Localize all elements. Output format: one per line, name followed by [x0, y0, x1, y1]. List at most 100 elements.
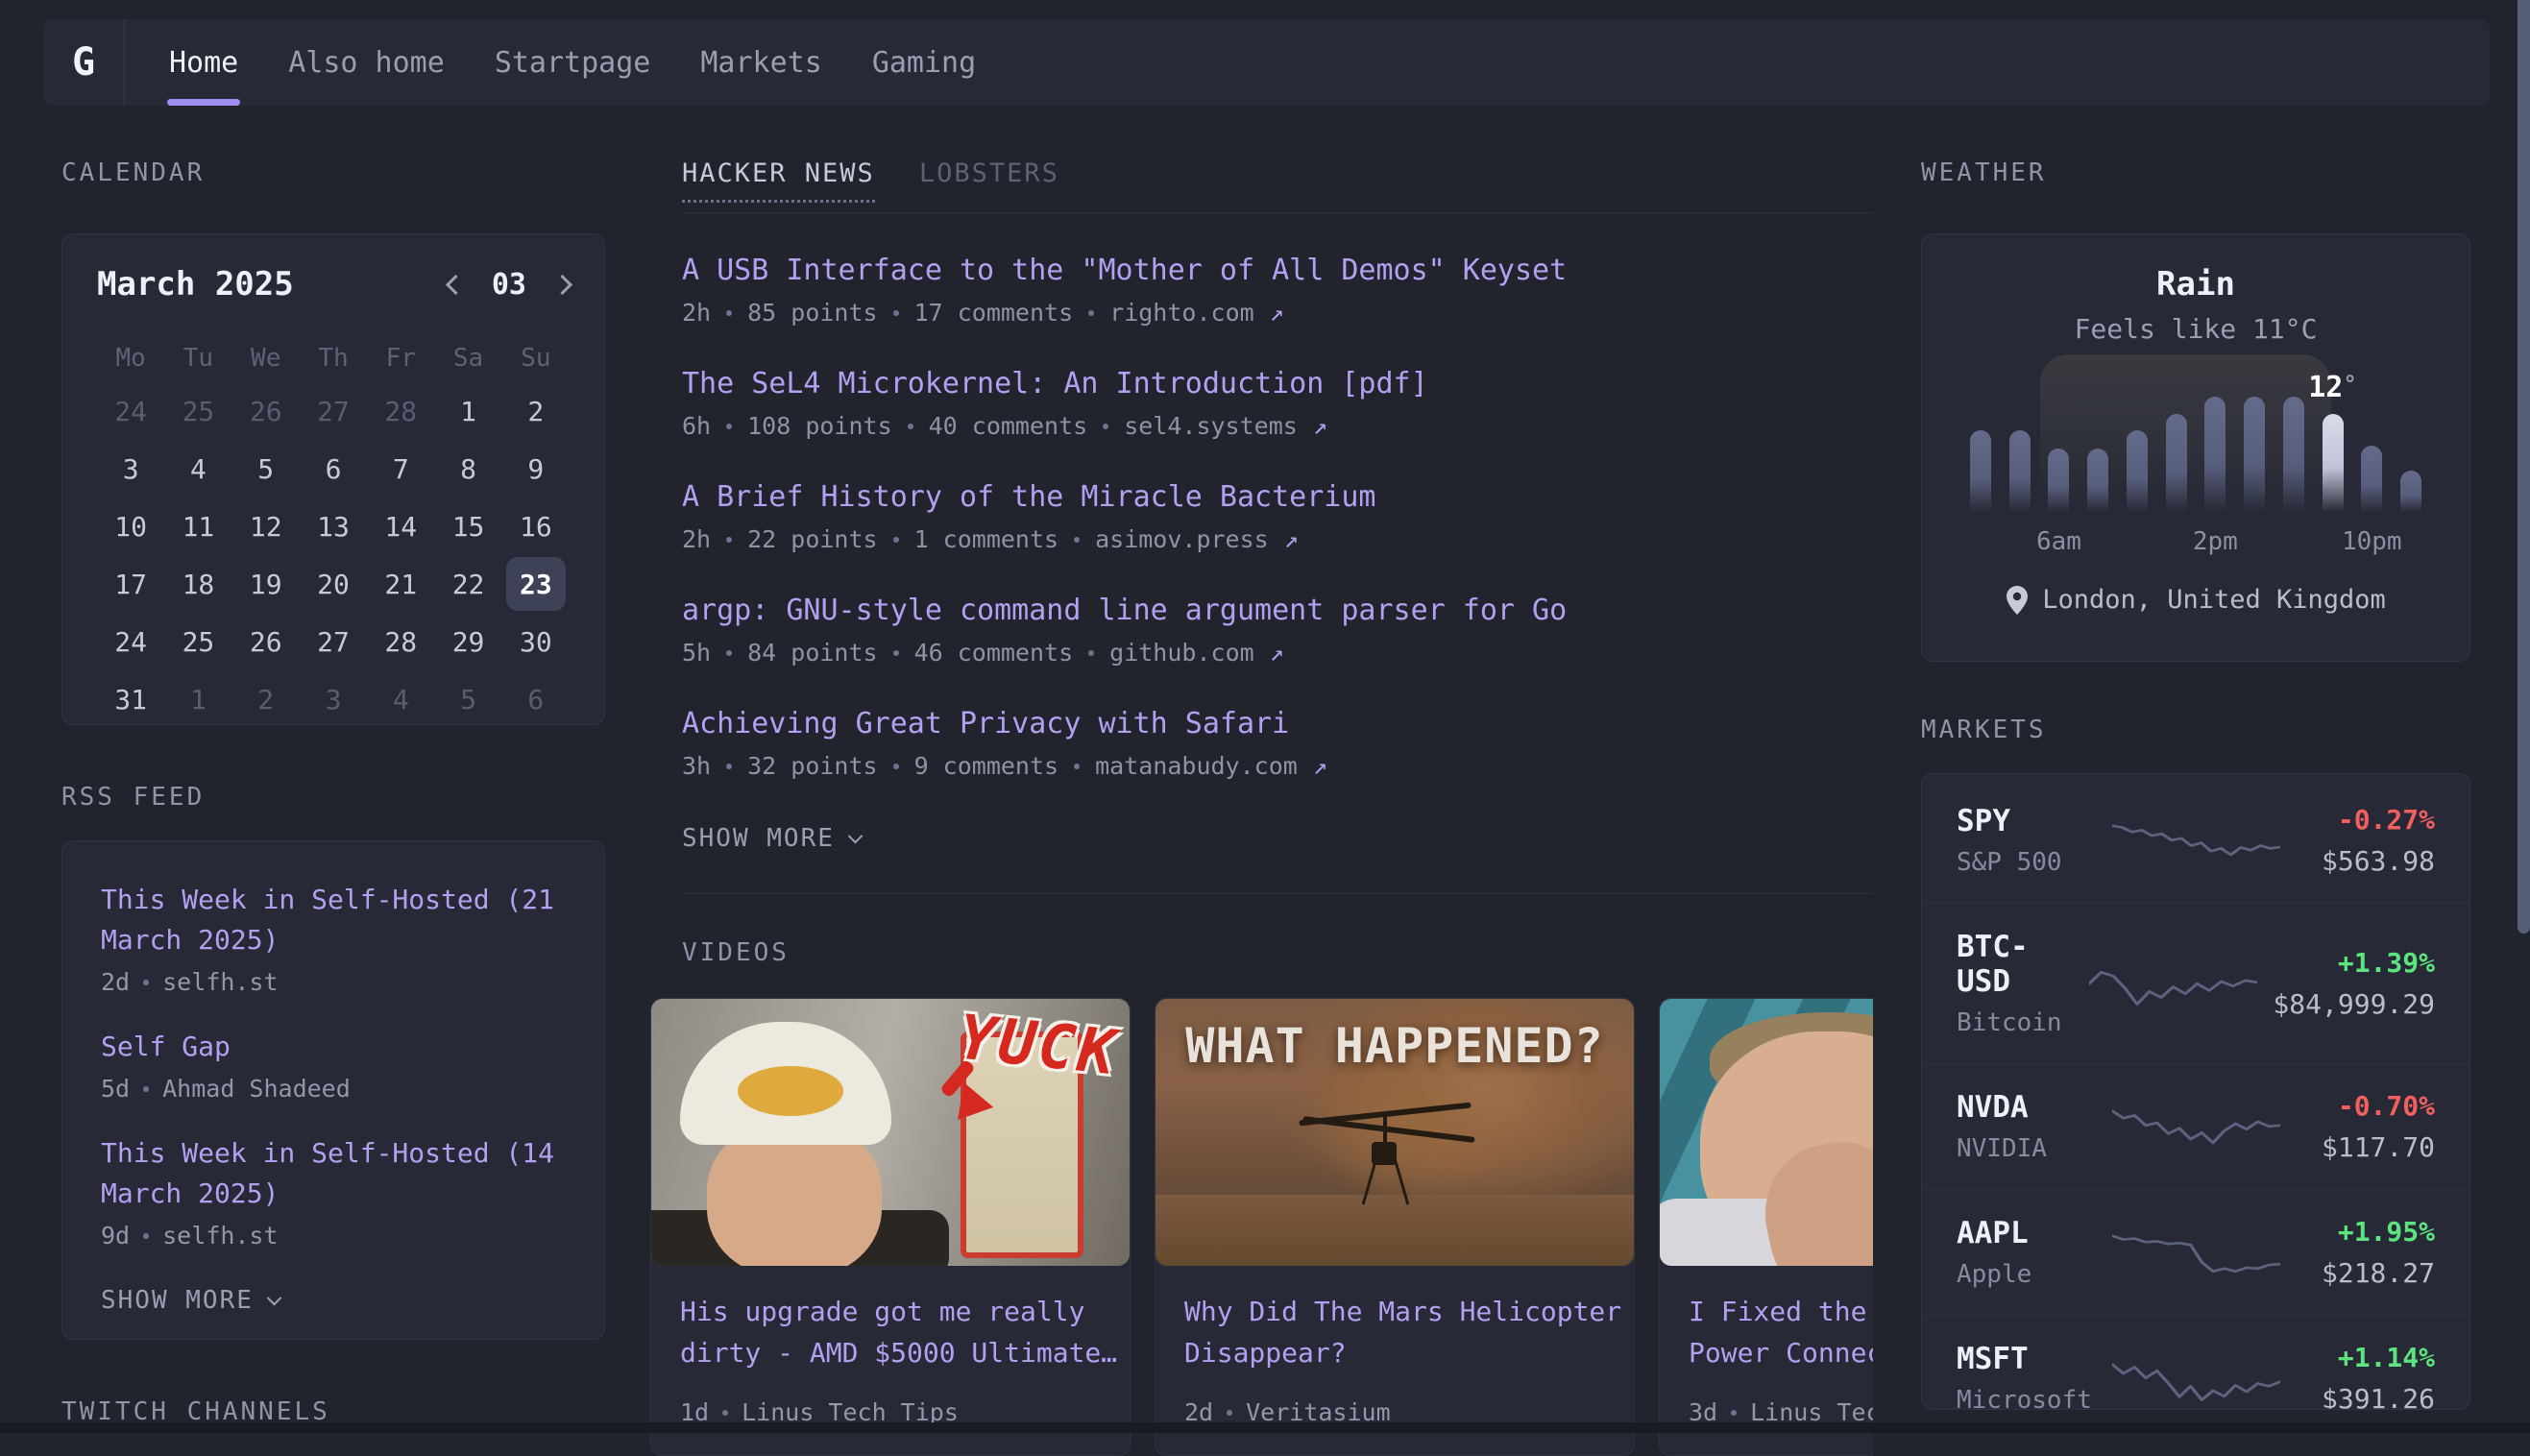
middle-column: HACKER NEWS LOBSTERS A USB Interface to … — [650, 158, 1873, 1456]
calendar-day: 19 — [232, 557, 300, 611]
market-ticker[interactable]: MSFT — [1957, 1342, 2097, 1376]
rss-item-source: selfh.st — [162, 968, 278, 996]
hn-item-title[interactable]: argp: GNU-style command line argument pa… — [682, 594, 1873, 627]
weather-bar — [1970, 430, 1991, 513]
calendar-day: 3 — [300, 672, 367, 726]
calendar-day: 26 — [232, 384, 300, 438]
market-price: $117.70 — [2296, 1131, 2436, 1163]
rss-show-more-button[interactable]: SHOW MORE — [101, 1286, 566, 1315]
market-name: NVIDIA — [1957, 1134, 2097, 1163]
chevron-down-icon — [267, 1290, 282, 1305]
rss-item-title[interactable]: This Week in Self-Hosted (14 March 2025) — [101, 1133, 566, 1214]
calendar-day: 4 — [367, 672, 434, 726]
rss-list: This Week in Self-Hosted (21 March 2025)… — [101, 880, 566, 1250]
nav-item-gaming[interactable]: Gaming — [872, 19, 976, 106]
market-ticker[interactable]: SPY — [1957, 804, 2097, 838]
market-ticker[interactable]: AAPL — [1957, 1216, 2097, 1250]
hn-item-comments: 40 comments — [929, 412, 1088, 440]
video-card[interactable]: YUCK His upgrade got me really dirty - AM… — [650, 998, 1131, 1456]
market-sparkline — [2112, 1350, 2280, 1406]
market-sparkline — [2112, 1225, 2280, 1280]
video-thumbnail[interactable]: YUCK — [651, 999, 1130, 1266]
meta-dot-separator — [1227, 1410, 1232, 1416]
hn-item-comments: 9 comments — [914, 752, 1059, 780]
external-link-icon: ↗ — [1313, 752, 1327, 780]
calendar-day: 10 — [97, 499, 164, 553]
nav-items: Home Also home Startpage Markets Gaming — [125, 19, 976, 106]
calendar-prev-icon[interactable] — [446, 274, 466, 294]
hn-item-age: 3h — [682, 752, 711, 780]
nav-item-also-home[interactable]: Also home — [288, 19, 445, 106]
market-values: -0.27%$563.98 — [2296, 804, 2436, 877]
rss-item-title[interactable]: This Week in Self-Hosted (21 March 2025) — [101, 880, 566, 960]
market-change: +1.14% — [2296, 1342, 2436, 1373]
page-bottom-edge — [0, 1422, 2530, 1433]
rss-widget: This Week in Self-Hosted (21 March 2025)… — [61, 840, 605, 1340]
tab-hacker-news[interactable]: HACKER NEWS — [682, 158, 875, 203]
video-card[interactable]: WHAT HAPPENED? Why Did The Mars Helicopte… — [1155, 998, 1635, 1456]
hn-item-age: 5h — [682, 639, 711, 667]
market-values: +1.95%$218.27 — [2296, 1216, 2436, 1289]
calendar-weekday-label: Sa — [434, 344, 501, 373]
chevron-down-icon — [848, 828, 864, 843]
hn-item-domain: sel4.systems — [1124, 412, 1298, 440]
videos-section-label: VIDEOS — [682, 938, 1873, 967]
thumb-helmet-badge — [738, 1066, 843, 1116]
video-thumbnail[interactable]: WHAT HAPPENED? — [1156, 999, 1634, 1266]
nav-item-home[interactable]: Home — [169, 19, 238, 106]
nav-item-markets[interactable]: Markets — [700, 19, 821, 106]
video-card[interactable]: DO TH TI Fixed the 5 Power Connect3dLinu… — [1659, 998, 1873, 1456]
calendar-weekday-label: Fr — [367, 344, 434, 373]
hn-item-title[interactable]: Achieving Great Privacy with Safari — [682, 707, 1873, 740]
hn-item-title[interactable]: A USB Interface to the "Mother of All De… — [682, 254, 1873, 287]
calendar-weekday-label: Tu — [164, 344, 231, 373]
meta-dot-separator — [1103, 424, 1108, 429]
external-link-icon: ↗ — [1284, 525, 1299, 553]
calendar-day: 23 — [506, 557, 566, 611]
nav-item-startpage[interactable]: Startpage — [495, 19, 651, 106]
weather-bar-current — [2323, 414, 2344, 512]
video-title[interactable]: Why Did The Mars Helicopter Disappear? — [1184, 1291, 1605, 1375]
meta-dot-separator — [726, 650, 732, 656]
calendar-day: 3 — [97, 442, 164, 496]
market-ticker[interactable]: NVDA — [1957, 1090, 2097, 1125]
meta-dot-separator — [1088, 310, 1094, 316]
hn-item-meta: 3h32 points9 commentsmatanabudy.com↗ — [682, 752, 1873, 780]
hn-item-title[interactable]: A Brief History of the Miracle Bacterium — [682, 480, 1873, 514]
weather-location: London, United Kingdom — [2042, 585, 2386, 615]
market-name: Bitcoin — [1957, 1008, 2074, 1037]
tab-lobsters[interactable]: LOBSTERS — [919, 158, 1059, 200]
thumb-overlay-text: WHAT HAPPENED? — [1156, 1018, 1634, 1074]
active-tab-underline — [167, 99, 240, 106]
calendar-next-icon[interactable] — [552, 274, 572, 294]
external-link-icon: ↗ — [1313, 412, 1327, 440]
market-name: Microsoft — [1957, 1386, 2097, 1410]
calendar-day: 25 — [164, 615, 231, 668]
video-title[interactable]: I Fixed the 5 Power Connect — [1689, 1291, 1873, 1375]
map-pin-icon — [2006, 586, 2029, 615]
calendar-day: 27 — [300, 615, 367, 668]
calendar-day: 30 — [502, 615, 570, 668]
page-scrollbar-thumb[interactable] — [2518, 0, 2530, 934]
weather-bar — [2361, 446, 2382, 512]
meta-dot-separator — [726, 537, 732, 543]
market-ticker[interactable]: BTC-USD — [1957, 930, 2074, 999]
meta-dot-separator — [1074, 537, 1080, 543]
market-price: $391.26 — [2296, 1383, 2436, 1410]
nav-item-label: Home — [169, 46, 238, 80]
hn-item-points: 84 points — [747, 639, 877, 667]
calendar-day: 7 — [367, 442, 434, 496]
markets-section-label: MARKETS — [1921, 716, 2470, 744]
calendar-day: 2 — [502, 384, 570, 438]
rss-item-title[interactable]: Self Gap — [101, 1027, 566, 1067]
hn-show-more-button[interactable]: SHOW MORE — [682, 824, 1873, 853]
video-title[interactable]: His upgrade got me really dirty - AMD $5… — [680, 1291, 1101, 1375]
calendar-day: 28 — [367, 615, 434, 668]
calendar-day: 28 — [367, 384, 434, 438]
tabs-divider — [682, 212, 1873, 213]
hn-item-title[interactable]: The SeL4 Microkernel: An Introduction [p… — [682, 367, 1873, 400]
calendar-day: 29 — [434, 615, 501, 668]
meta-dot-separator — [726, 310, 732, 316]
video-thumbnail[interactable]: DO TH T — [1660, 999, 1873, 1266]
meta-dot-separator — [1731, 1410, 1737, 1416]
